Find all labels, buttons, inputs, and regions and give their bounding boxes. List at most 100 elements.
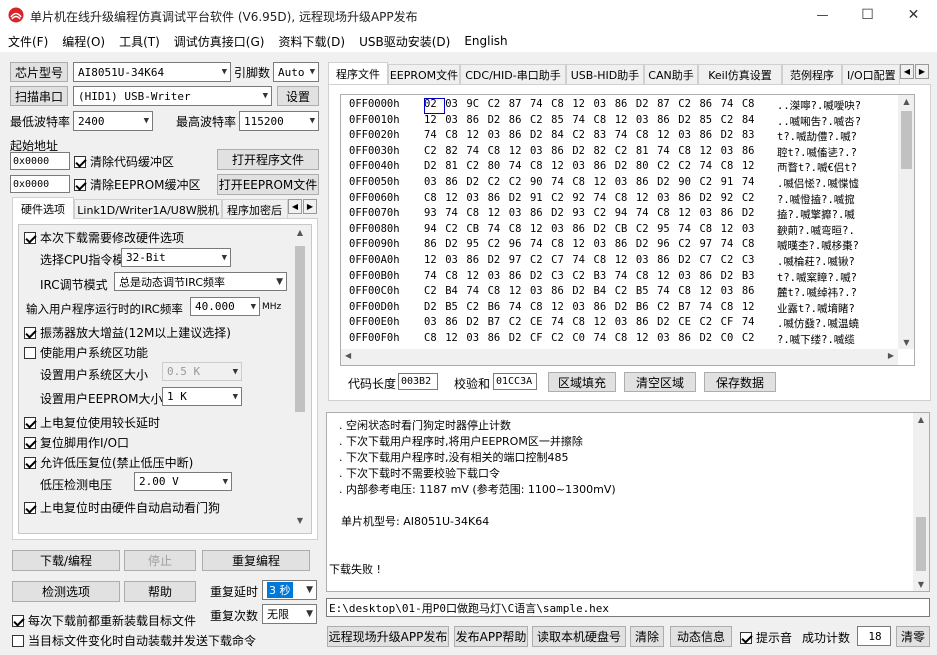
- max-baud-select[interactable]: 115200 ▼: [239, 111, 319, 131]
- hex-byte[interactable]: D2: [657, 316, 678, 332]
- repeat-delay-select[interactable]: 3 秒 ▼: [262, 580, 317, 600]
- hex-byte[interactable]: D2: [678, 254, 699, 270]
- hex-byte[interactable]: 03: [572, 301, 593, 317]
- hex-byte[interactable]: C3: [551, 270, 572, 286]
- hex-byte[interactable]: C2: [699, 316, 720, 332]
- hex-byte[interactable]: 87: [509, 98, 530, 114]
- hex-byte[interactable]: D2: [657, 176, 678, 192]
- hex-byte[interactable]: CF: [721, 316, 742, 332]
- hex-byte[interactable]: 86: [615, 238, 636, 254]
- hex-byte[interactable]: 90: [678, 176, 699, 192]
- hex-byte[interactable]: C2: [488, 98, 509, 114]
- hex-byte[interactable]: C2: [509, 176, 530, 192]
- hex-byte[interactable]: D2: [466, 316, 487, 332]
- hex-byte[interactable]: 74: [551, 176, 572, 192]
- hex-byte[interactable]: C2: [594, 207, 615, 223]
- hex-byte[interactable]: C2: [530, 114, 551, 130]
- hex-byte[interactable]: D2: [721, 270, 742, 286]
- hex-byte[interactable]: C8: [678, 145, 699, 161]
- right-tab-scroll-right-button[interactable]: ▶: [915, 64, 929, 79]
- tab-example-programs[interactable]: 范例程序: [782, 64, 842, 84]
- read-disk-id-button[interactable]: 读取本机硬盘号: [532, 626, 626, 647]
- hex-byte[interactable]: D2: [424, 160, 445, 176]
- hex-byte[interactable]: C7: [699, 254, 720, 270]
- tab-io-config[interactable]: I/O口配置: [842, 64, 900, 84]
- chip-type-select[interactable]: AI8051U-34K64 ▼: [73, 62, 231, 82]
- save-data-button[interactable]: 保存数据: [704, 372, 776, 392]
- hex-byte[interactable]: D2: [699, 192, 720, 208]
- file-path-field[interactable]: E:\desktop\01-用P0口做跑马灯\C语言\sample.hex: [326, 598, 930, 617]
- hex-byte[interactable]: 97: [509, 254, 530, 270]
- hex-byte[interactable]: 03: [699, 207, 720, 223]
- hex-byte[interactable]: 12: [678, 207, 699, 223]
- hex-byte[interactable]: 96: [509, 238, 530, 254]
- hex-byte[interactable]: D2: [530, 270, 551, 286]
- hex-byte[interactable]: 74: [615, 129, 636, 145]
- hex-byte[interactable]: 03: [636, 114, 657, 130]
- hex-byte[interactable]: 80: [636, 160, 657, 176]
- hex-byte[interactable]: D2: [636, 238, 657, 254]
- beep-checkbox[interactable]: 提示音: [740, 629, 792, 646]
- hex-byte[interactable]: 74: [530, 98, 551, 114]
- hex-byte[interactable]: C8: [572, 176, 593, 192]
- hex-byte[interactable]: 12: [721, 223, 742, 239]
- hex-byte[interactable]: C2: [466, 160, 487, 176]
- hex-byte[interactable]: 86: [636, 316, 657, 332]
- hex-byte[interactable]: 93: [424, 207, 445, 223]
- hex-byte[interactable]: 03: [721, 285, 742, 301]
- hex-byte[interactable]: 97: [699, 238, 720, 254]
- tab-usb-hid-assistant[interactable]: USB-HID助手: [566, 64, 644, 84]
- hex-byte[interactable]: 86: [657, 254, 678, 270]
- hex-byte[interactable]: B6: [488, 301, 509, 317]
- menu-tools[interactable]: 工具(T): [119, 33, 160, 50]
- hex-byte[interactable]: CF: [530, 332, 551, 348]
- hex-byte[interactable]: C8: [615, 332, 636, 348]
- menu-file[interactable]: 文件(F): [8, 33, 48, 50]
- hex-byte[interactable]: 03: [615, 316, 636, 332]
- hex-byte[interactable]: 03: [445, 254, 466, 270]
- hex-byte[interactable]: C8: [445, 129, 466, 145]
- hex-byte[interactable]: D2: [699, 332, 720, 348]
- hex-byte[interactable]: 12: [594, 176, 615, 192]
- hex-byte[interactable]: C0: [721, 332, 742, 348]
- scroll-down-arrow-icon[interactable]: ▼: [292, 516, 308, 530]
- hex-byte[interactable]: 74: [721, 238, 742, 254]
- remote-upgrade-publish-button[interactable]: 远程现场升级APP发布: [327, 626, 449, 647]
- hex-byte[interactable]: D2: [742, 207, 763, 223]
- hex-byte[interactable]: 81: [445, 160, 466, 176]
- hex-byte[interactable]: C2: [699, 176, 720, 192]
- hex-byte[interactable]: 03: [678, 129, 699, 145]
- hex-byte[interactable]: CE: [678, 316, 699, 332]
- hex-byte[interactable]: C2: [678, 238, 699, 254]
- hex-byte[interactable]: 74: [445, 207, 466, 223]
- hex-byte[interactable]: 12: [466, 129, 487, 145]
- hex-byte[interactable]: C2: [678, 160, 699, 176]
- hex-byte[interactable]: 96: [657, 238, 678, 254]
- tab-hardware-options[interactable]: 硬件选项: [12, 197, 74, 219]
- hex-byte[interactable]: 12: [615, 114, 636, 130]
- hex-byte[interactable]: C8: [488, 285, 509, 301]
- hex-byte[interactable]: B7: [678, 301, 699, 317]
- hex-byte[interactable]: 86: [721, 207, 742, 223]
- hex-byte[interactable]: 86: [551, 145, 572, 161]
- scroll-up-arrow-icon[interactable]: ▲: [292, 228, 308, 242]
- clear-log-button[interactable]: 清除: [630, 626, 664, 647]
- hex-byte[interactable]: D2: [530, 129, 551, 145]
- hex-byte[interactable]: 74: [594, 332, 615, 348]
- hex-byte[interactable]: C8: [657, 207, 678, 223]
- hex-byte[interactable]: 86: [699, 270, 720, 286]
- hex-byte[interactable]: 86: [488, 192, 509, 208]
- hex-byte[interactable]: 86: [445, 176, 466, 192]
- hex-byte[interactable]: C8: [721, 160, 742, 176]
- tab-scroll-right-button[interactable]: ▶: [303, 199, 317, 214]
- hex-byte[interactable]: 03: [615, 176, 636, 192]
- hex-byte[interactable]: 86: [678, 192, 699, 208]
- hex-byte[interactable]: 02: [424, 98, 446, 114]
- cpu-mode-select[interactable]: 32-Bit ▼: [121, 248, 231, 267]
- hex-byte[interactable]: D2: [615, 301, 636, 317]
- hex-byte[interactable]: 03: [488, 129, 509, 145]
- hex-byte[interactable]: 12: [445, 332, 466, 348]
- hex-byte[interactable]: 12: [594, 316, 615, 332]
- hex-byte[interactable]: 12: [424, 254, 445, 270]
- oscillator-gain-checkbox[interactable]: 振荡器放大增益(12M以上建议选择): [24, 324, 231, 341]
